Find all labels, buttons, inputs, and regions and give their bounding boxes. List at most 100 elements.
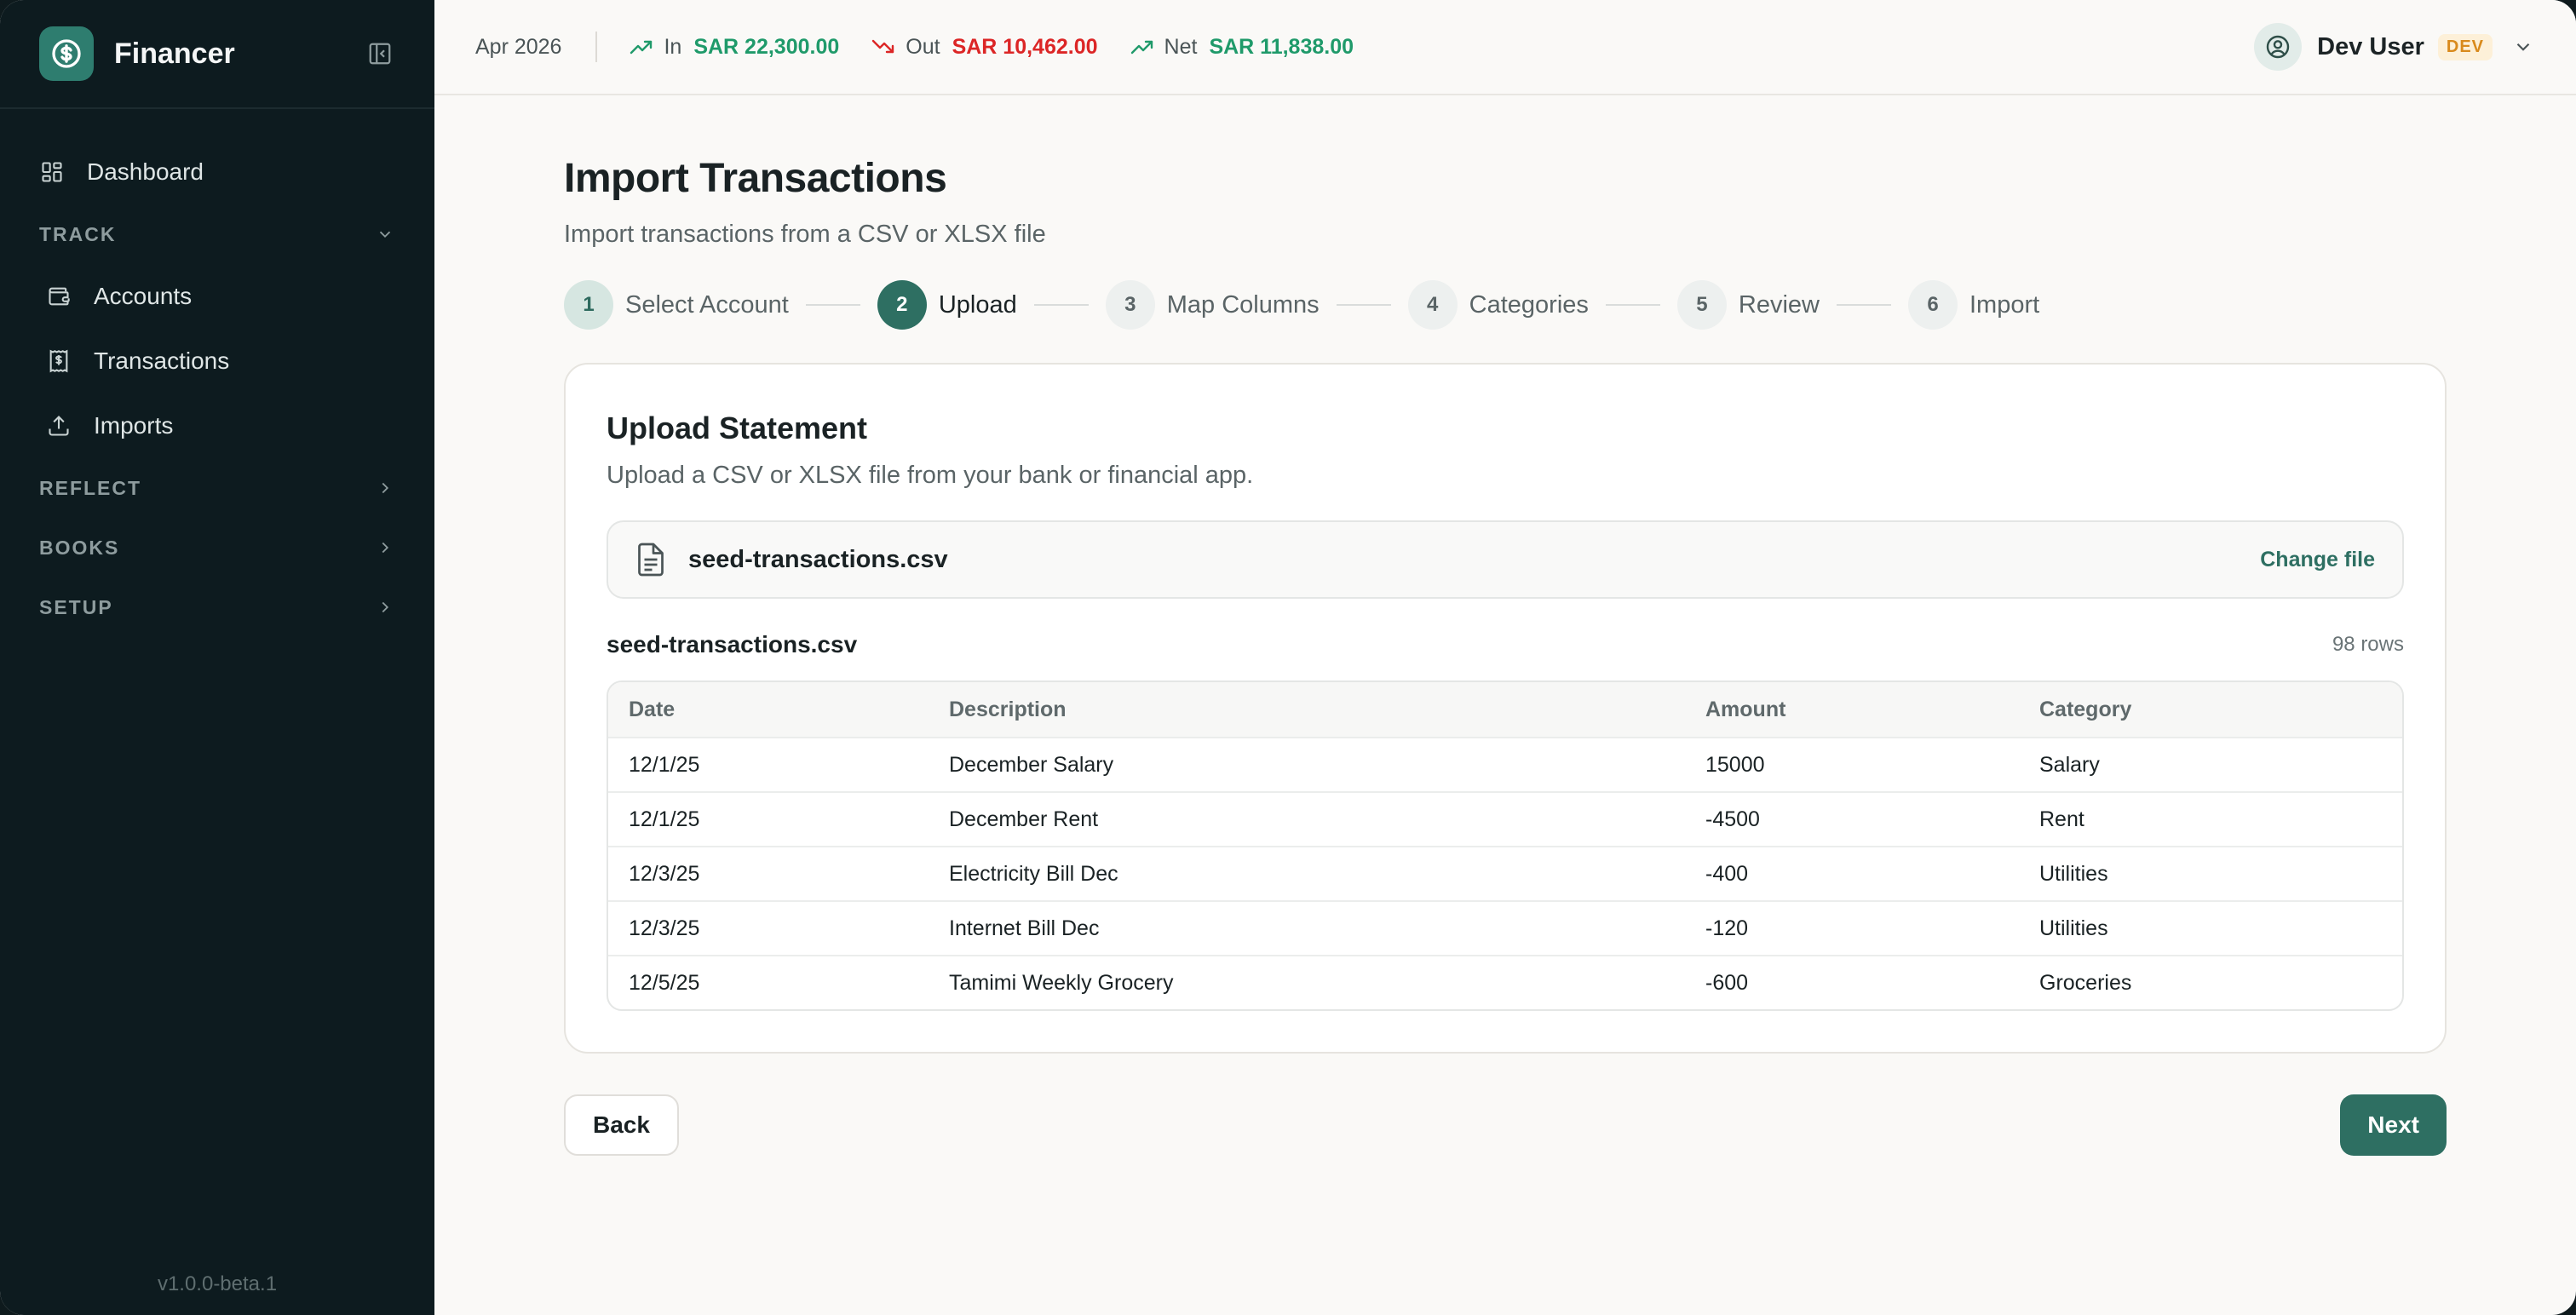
upload-icon	[46, 413, 72, 439]
step-upload[interactable]: 2 Upload	[877, 280, 1017, 330]
trend-up-icon	[1130, 40, 1153, 55]
cell-description: December Salary	[949, 752, 1114, 777]
selected-file-box: seed-transactions.csv Change file	[607, 520, 2404, 599]
stat-net: Net SAR 11,838.00	[1130, 35, 1354, 60]
sidebar-section-books[interactable]: BOOKS	[0, 518, 434, 577]
step-number: 3	[1105, 280, 1155, 330]
step-label: Categories	[1469, 290, 1589, 319]
back-button[interactable]: Back	[564, 1094, 679, 1156]
sidebar-item-imports[interactable]: Imports	[0, 393, 434, 458]
sidebar-item-accounts[interactable]: Accounts	[0, 264, 434, 329]
sidebar-item-label: Accounts	[94, 283, 193, 309]
step-label: Select Account	[625, 290, 789, 319]
dollar-logo-icon[interactable]	[39, 26, 94, 81]
section-label: BOOKS	[39, 536, 120, 559]
stat-net-label: Net	[1164, 34, 1198, 59]
wizard-actions: Back Next	[564, 1094, 2447, 1156]
cell-description: December Rent	[949, 807, 1099, 831]
cell-amount: 15000	[1705, 752, 1765, 777]
sidebar: Financer Dashboard TRACK Accounts Transa…	[0, 0, 434, 1315]
sidebar-nav: Dashboard TRACK Accounts Transactions Im…	[0, 109, 434, 637]
step-label: Review	[1738, 290, 1820, 319]
app-window: Financer Dashboard TRACK Accounts Transa…	[0, 0, 2576, 1315]
card-title: Upload Statement	[607, 411, 868, 445]
section-label: REFLECT	[39, 476, 142, 499]
cell-description: Internet Bill Dec	[949, 916, 1100, 940]
change-file-button[interactable]: Change file	[2260, 548, 2375, 572]
sidebar-item-label: Transactions	[94, 347, 230, 374]
table-row: 12/3/25 Internet Bill Dec -120 Utilities	[608, 900, 2402, 955]
sidebar-collapse-icon[interactable]	[365, 38, 395, 69]
step-label: Import	[1969, 290, 2040, 319]
chevron-down-icon	[375, 224, 395, 244]
step-number: 2	[877, 280, 927, 330]
page-title: Import Transactions	[564, 156, 947, 201]
step-select-account[interactable]: 1 Select Account	[564, 280, 789, 330]
step-label: Upload	[938, 290, 1017, 319]
section-label: SETUP	[39, 595, 113, 618]
step-connector	[1033, 304, 1089, 306]
page-content: Import Transactions Import transactions …	[434, 95, 2576, 1156]
table-row: 12/3/25 Electricity Bill Dec -400 Utilit…	[608, 846, 2402, 900]
stat-out-label: Out	[906, 34, 940, 59]
cell-category: Utilities	[2039, 916, 2108, 940]
step-label: Map Columns	[1166, 290, 1320, 319]
sidebar-section-track[interactable]: TRACK	[0, 204, 434, 264]
step-connector	[1336, 304, 1391, 306]
step-import: 6 Import	[1908, 280, 2039, 330]
sidebar-section-setup[interactable]: SETUP	[0, 577, 434, 637]
sidebar-item-label: Imports	[94, 412, 174, 439]
app-version: v1.0.0-beta.1	[157, 1272, 278, 1295]
cell-category: Groceries	[2039, 970, 2132, 995]
stat-in-value: SAR 22,300.00	[693, 34, 840, 59]
row-count: 98 rows	[2332, 633, 2404, 656]
step-map-columns: 3 Map Columns	[1105, 280, 1320, 330]
sidebar-section-reflect[interactable]: REFLECT	[0, 458, 434, 518]
page-subtitle: Import transactions from a CSV or XLSX f…	[564, 221, 1046, 248]
preview-table: Date Description Amount Category 12/1/25…	[607, 680, 2404, 1011]
main-area: Apr 2026 In SAR 22,300.00 Out SAR 10,462…	[434, 0, 2576, 1315]
cell-date: 12/1/25	[629, 807, 700, 831]
table-row: 12/1/25 December Rent -4500 Rent	[608, 791, 2402, 846]
selected-file-name: seed-transactions.csv	[688, 545, 948, 573]
user-avatar-icon	[2254, 23, 2303, 71]
chevron-right-icon	[375, 597, 395, 617]
user-menu[interactable]: Dev User DEV	[2254, 23, 2535, 71]
cell-category: Rent	[2039, 807, 2084, 831]
stepper: 1 Select Account 2 Upload 3 Map Columns …	[564, 279, 2447, 330]
receipt-icon	[46, 348, 72, 374]
step-number: 6	[1908, 280, 1958, 330]
step-connector	[805, 304, 860, 306]
stat-net-value: SAR 11,838.00	[1209, 34, 1354, 59]
cell-description: Electricity Bill Dec	[949, 861, 1118, 886]
cell-date: 12/5/25	[629, 970, 700, 995]
cell-category: Salary	[2039, 752, 2100, 777]
stat-in: In SAR 22,300.00	[630, 35, 839, 60]
cell-date: 12/3/25	[629, 861, 700, 886]
env-badge: DEV	[2437, 33, 2493, 60]
column-header-amount: Amount	[1705, 697, 1786, 721]
step-categories: 4 Categories	[1407, 280, 1589, 330]
file-text-icon	[638, 543, 664, 577]
dashboard-grid-icon	[39, 159, 65, 185]
chevron-right-icon	[375, 537, 395, 558]
column-header-description: Description	[949, 697, 1067, 721]
trend-up-icon	[630, 40, 653, 55]
chevron-right-icon	[375, 478, 395, 498]
step-number: 4	[1407, 280, 1458, 330]
step-number: 5	[1676, 280, 1727, 330]
stat-out-value: SAR 10,462.00	[952, 34, 1098, 59]
user-name: Dev User	[2317, 32, 2424, 60]
topbar: Apr 2026 In SAR 22,300.00 Out SAR 10,462…	[434, 0, 2576, 95]
column-header-date: Date	[629, 697, 676, 721]
section-label: TRACK	[39, 222, 117, 245]
sidebar-item-dashboard[interactable]: Dashboard	[0, 140, 434, 204]
upload-card: Upload Statement Upload a CSV or XLSX fi…	[564, 363, 2447, 1054]
cell-date: 12/1/25	[629, 752, 700, 777]
sidebar-item-transactions[interactable]: Transactions	[0, 329, 434, 393]
cell-date: 12/3/25	[629, 916, 700, 940]
brand-header: Financer	[0, 0, 434, 109]
next-button[interactable]: Next	[2340, 1094, 2447, 1156]
period-selector[interactable]: Apr 2026	[475, 32, 598, 62]
cell-amount: -400	[1705, 861, 1749, 886]
